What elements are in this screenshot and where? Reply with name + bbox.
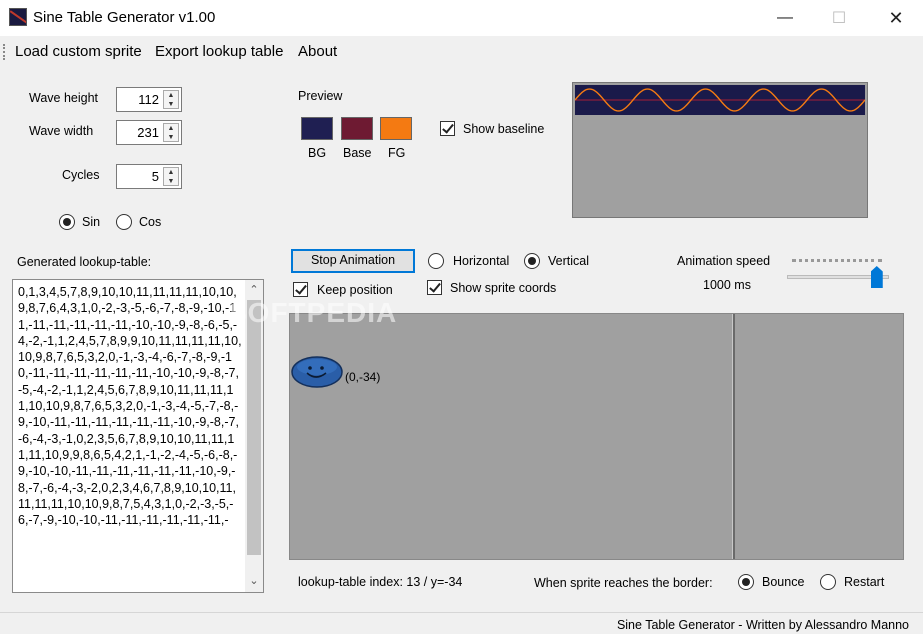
title-bar: Sine Table Generator v1.00 — ☐ ✕ xyxy=(0,0,923,36)
vertical-label: Vertical xyxy=(548,254,589,268)
window-title: Sine Table Generator v1.00 xyxy=(33,9,216,26)
sin-label: Sin xyxy=(82,215,101,229)
animation-canvas: (0,-34) xyxy=(289,313,904,560)
minimize-button[interactable]: — xyxy=(762,0,808,36)
preview-heading: Preview xyxy=(298,89,343,103)
app-icon xyxy=(9,8,27,26)
wave-preview xyxy=(572,82,868,218)
horizontal-label: Horizontal xyxy=(453,254,510,268)
border-line xyxy=(732,314,735,559)
show-baseline-label: Show baseline xyxy=(463,122,545,136)
menu-bar: Load custom sprite Export lookup table A… xyxy=(0,36,923,66)
cycles-value: 5 xyxy=(151,169,159,184)
restart-label: Restart xyxy=(844,575,885,589)
wave-width-label: Wave width xyxy=(29,124,94,138)
horizontal-radio[interactable] xyxy=(428,253,444,269)
menu-load-custom-sprite[interactable]: Load custom sprite xyxy=(15,43,142,60)
scroll-down-icon[interactable]: ⌄ xyxy=(245,573,263,590)
wave-preview-strip xyxy=(574,85,866,115)
menu-about[interactable]: About xyxy=(298,43,337,60)
border-behavior-label: When sprite reaches the border: xyxy=(534,576,713,590)
sprite-coords: (0,-34) xyxy=(345,370,381,384)
bg-label: BG xyxy=(308,146,327,160)
lookup-table-values: 0,1,3,4,5,7,8,9,10,10,11,11,11,11,10,10,… xyxy=(18,285,242,528)
close-button[interactable]: ✕ xyxy=(873,0,919,36)
wave-width-stepper[interactable]: 231 ▲ ▼ xyxy=(116,120,182,145)
lookup-index-text: lookup-table index: 13 / y=-34 xyxy=(298,575,463,589)
slider-ticks xyxy=(792,259,882,264)
cos-radio[interactable] xyxy=(116,214,132,230)
base-label: Base xyxy=(343,146,372,160)
wave-height-value: 112 xyxy=(138,92,159,107)
keep-position-label: Keep position xyxy=(317,283,393,297)
fg-color-swatch[interactable] xyxy=(380,117,412,140)
fg-label: FG xyxy=(388,146,406,160)
menu-grip-icon xyxy=(3,44,5,60)
lookup-table-scrollbar[interactable]: ⌃ ⌄ xyxy=(245,280,263,592)
stop-animation-button[interactable]: Stop Animation xyxy=(291,249,415,273)
vertical-radio[interactable] xyxy=(524,253,540,269)
menu-export-lookup-table[interactable]: Export lookup table xyxy=(155,43,283,60)
status-bar: Sine Table Generator - Written by Alessa… xyxy=(0,612,923,634)
animation-speed-value: 1000 ms xyxy=(703,278,751,292)
scroll-up-icon[interactable]: ⌃ xyxy=(245,282,263,299)
bounce-label: Bounce xyxy=(762,575,805,589)
status-text: Sine Table Generator - Written by Alessa… xyxy=(616,618,909,632)
bounce-radio[interactable] xyxy=(738,574,754,590)
wave-height-stepper[interactable]: 112 ▲ ▼ xyxy=(116,87,182,112)
stepper-arrows-icon[interactable]: ▲ ▼ xyxy=(163,90,179,109)
wave-height-label: Wave height xyxy=(29,91,99,105)
wave-width-value: 231 xyxy=(137,125,159,140)
cycles-label: Cycles xyxy=(62,168,100,182)
lookup-table-textbox[interactable]: 0,1,3,4,5,7,8,9,10,10,11,11,11,11,10,10,… xyxy=(12,279,264,593)
animation-speed-label: Animation speed xyxy=(677,254,771,268)
cycles-stepper[interactable]: 5 ▲ ▼ xyxy=(116,164,182,189)
stepper-arrows-icon[interactable]: ▲ ▼ xyxy=(163,123,179,142)
wave-preview-graph xyxy=(574,88,866,112)
scroll-thumb[interactable] xyxy=(247,300,261,555)
stepper-arrows-icon[interactable]: ▲ ▼ xyxy=(163,167,179,186)
lookup-table-heading: Generated lookup-table: xyxy=(17,255,152,269)
show-baseline-checkbox[interactable] xyxy=(440,121,455,136)
show-sprite-coords-label: Show sprite coords xyxy=(450,281,557,295)
maximize-button[interactable]: ☐ xyxy=(816,0,862,36)
slider-thumb[interactable] xyxy=(870,266,883,288)
show-sprite-coords-checkbox[interactable] xyxy=(427,280,442,295)
cos-label: Cos xyxy=(139,215,162,229)
base-color-swatch[interactable] xyxy=(341,117,373,140)
bg-color-swatch[interactable] xyxy=(301,117,333,140)
sprite-face-icon xyxy=(291,356,343,388)
sin-radio[interactable] xyxy=(59,214,75,230)
restart-radio[interactable] xyxy=(820,574,836,590)
keep-position-checkbox[interactable] xyxy=(293,282,308,297)
